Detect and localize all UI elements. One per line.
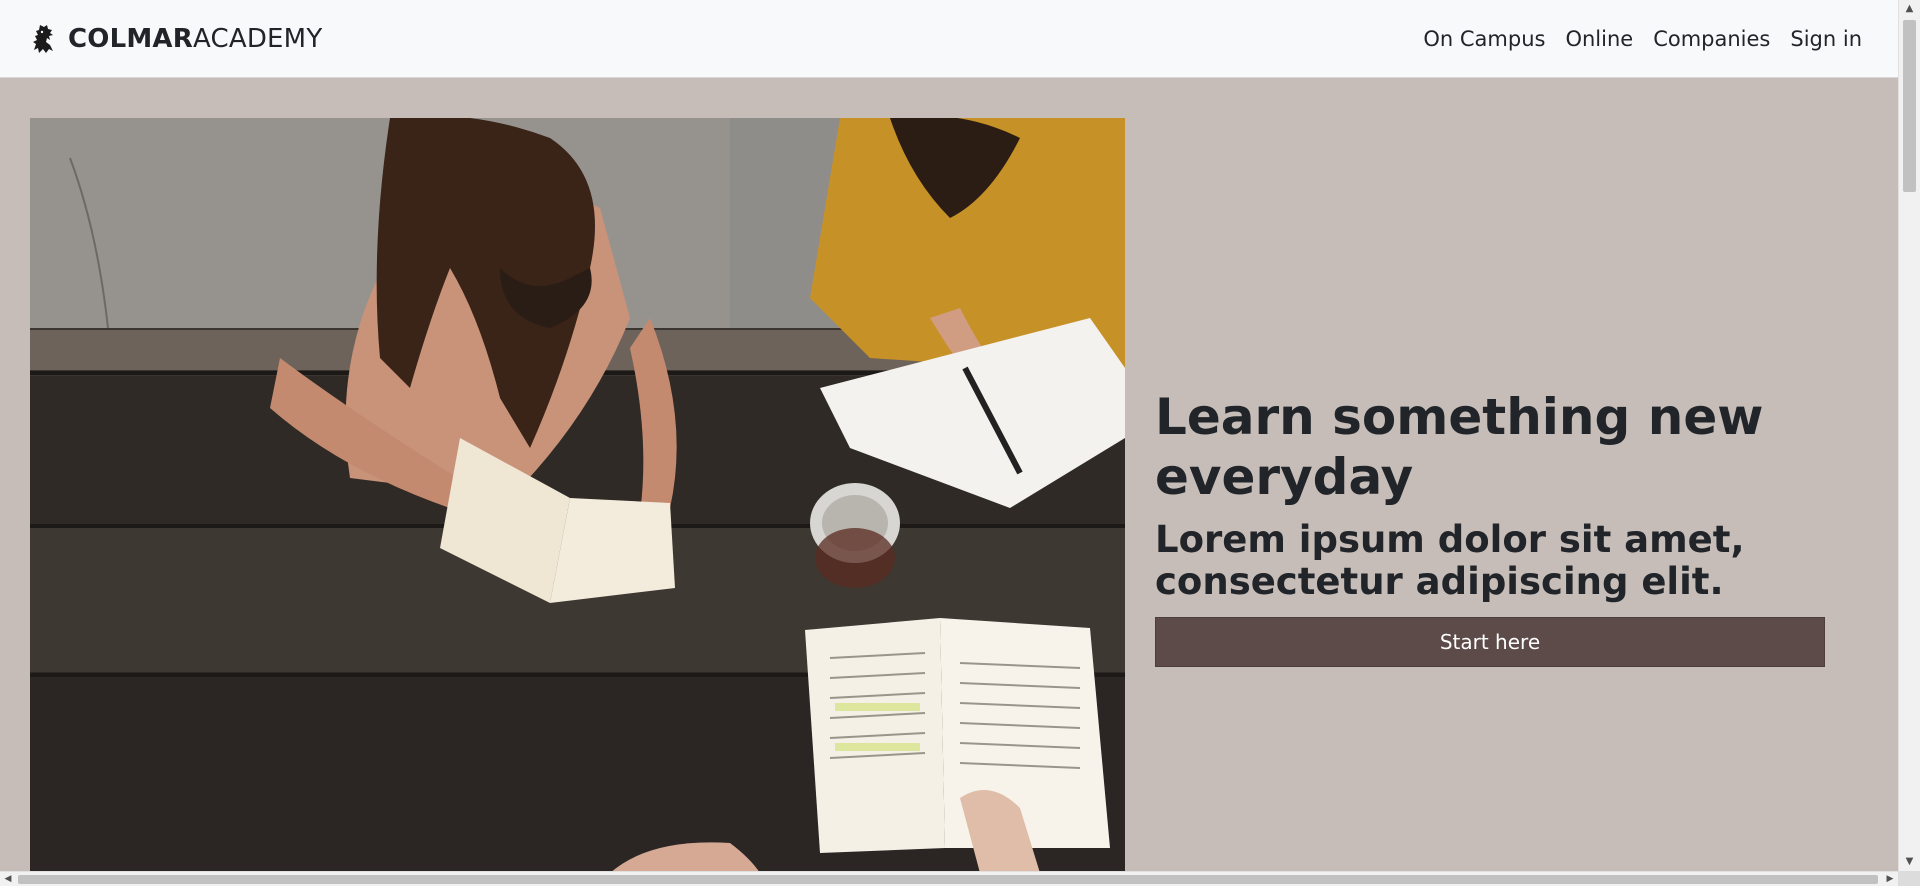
vertical-scrollbar[interactable]: ▲ ▼ xyxy=(1898,0,1920,871)
nav-link-on-campus[interactable]: On Campus xyxy=(1423,27,1545,51)
nav-link-online[interactable]: Online xyxy=(1565,27,1633,51)
scrollbar-corner xyxy=(1898,871,1920,886)
nav-link-sign-in[interactable]: Sign in xyxy=(1790,27,1862,51)
hero-image xyxy=(30,118,1125,873)
scroll-down-arrow-icon[interactable]: ▼ xyxy=(1899,853,1920,871)
scroll-up-arrow-icon[interactable]: ▲ xyxy=(1899,0,1920,18)
hero-section: Learn something new everyday Lorem ipsum… xyxy=(0,78,1898,873)
start-here-button[interactable]: Start here xyxy=(1155,617,1825,667)
browser-viewport: COLMARACADEMY On Campus Online Companies… xyxy=(0,0,1920,886)
vertical-scroll-thumb[interactable] xyxy=(1903,20,1916,192)
brand-text: COLMARACADEMY xyxy=(68,24,322,54)
scroll-right-arrow-icon[interactable]: ▶ xyxy=(1882,872,1898,886)
navbar: COLMARACADEMY On Campus Online Companies… xyxy=(0,0,1898,78)
nav-links: On Campus Online Companies Sign in xyxy=(1423,27,1862,51)
brand-link[interactable]: COLMARACADEMY xyxy=(30,22,322,56)
brand-light: ACADEMY xyxy=(192,23,323,54)
nav-link-companies[interactable]: Companies xyxy=(1653,27,1770,51)
hero-subtitle: Lorem ipsum dolor sit amet, consectetur … xyxy=(1155,518,1745,603)
hero-title: Learn something new everyday xyxy=(1155,388,1764,506)
horizontal-scroll-thumb[interactable] xyxy=(18,875,1878,884)
scroll-left-arrow-icon[interactable]: ◀ xyxy=(0,872,16,886)
lion-rampant-icon xyxy=(30,22,60,56)
horizontal-scrollbar[interactable]: ◀ ▶ xyxy=(0,871,1898,886)
brand-bold: COLMAR xyxy=(68,23,193,54)
hero-copy: Learn something new everyday Lorem ipsum… xyxy=(1155,387,1875,667)
